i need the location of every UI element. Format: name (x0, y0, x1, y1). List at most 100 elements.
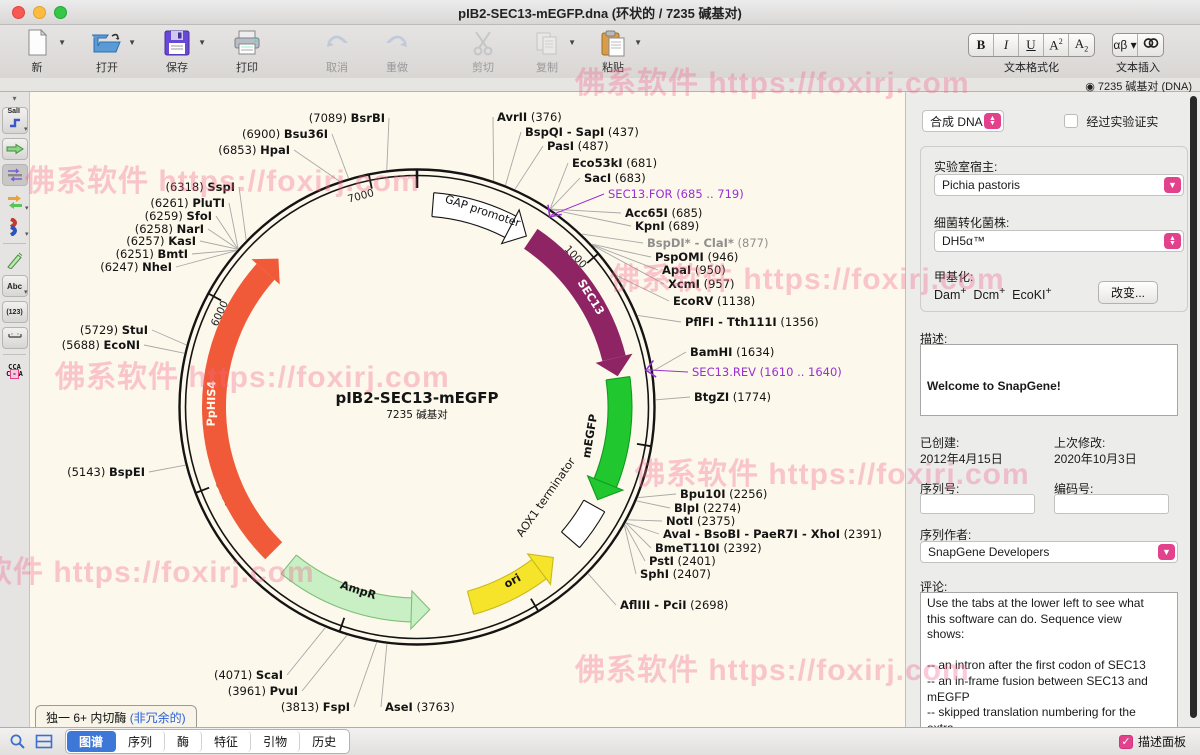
dna-type-select[interactable]: 合成 DNA▲▼ (922, 110, 1004, 132)
tab-history[interactable]: 历史 (300, 731, 348, 752)
enzyme-label[interactable]: EcoRV (1138) (673, 294, 755, 308)
primer-label[interactable]: SEC13.REV (1610 .. 1640) (692, 365, 842, 379)
underline-button[interactable]: U (1019, 34, 1044, 56)
dropdown-caret-icon[interactable]: ▼ (198, 38, 206, 47)
primers-display-tool[interactable] (2, 164, 28, 186)
enzyme-label[interactable]: BlpI (2274) (674, 501, 741, 515)
serial-input[interactable] (920, 494, 1035, 514)
paste-button[interactable]: 粘贴▼ (582, 28, 644, 75)
enzyme-label[interactable]: AseI (3763) (385, 700, 455, 714)
subscript-button[interactable]: A2 (1069, 34, 1094, 56)
tab-features[interactable]: 特征 (202, 731, 251, 752)
superscript-button[interactable]: A2 (1044, 34, 1069, 56)
enzyme-label[interactable]: AvrII (376) (497, 110, 562, 124)
feature-label[interactable]: PpHIS4 (205, 381, 219, 427)
dropdown-caret-icon[interactable]: ▼ (634, 38, 642, 47)
sequence-edit-tool[interactable]: CCA C-A (2, 360, 28, 382)
enzyme-label[interactable]: PasI (487) (547, 139, 609, 153)
insert-link-button[interactable] (1138, 34, 1163, 56)
enzyme-label[interactable]: (6259) SfoI (145, 209, 212, 223)
panel-scrollbar[interactable] (1190, 96, 1197, 718)
enzyme-label[interactable]: (5143) BspEI (67, 465, 145, 479)
enzyme-label[interactable]: SphI (2407) (640, 567, 711, 581)
enzyme-label[interactable]: BspDI* - ClaI* (877) (647, 236, 769, 250)
close-window-button[interactable] (12, 6, 25, 19)
code-input[interactable] (1054, 494, 1169, 514)
selection-bracket-tool[interactable] (2, 327, 28, 349)
enzyme-label[interactable]: (7089) BsrBI (309, 111, 385, 125)
tab-map[interactable]: 图谱 (67, 731, 116, 752)
features-display-tool[interactable] (2, 138, 28, 160)
host-select[interactable]: Pichia pastoris▼ (934, 174, 1184, 196)
save-button[interactable]: 保存▼ (146, 28, 208, 75)
enzyme-label[interactable]: PstI (2401) (649, 554, 716, 568)
enzyme-label[interactable]: (6853) HpaI (218, 143, 290, 157)
enzyme-label[interactable]: BamHI (1634) (690, 345, 774, 359)
enzyme-label[interactable]: Bpu10I (2256) (680, 487, 767, 501)
enzyme-label[interactable]: AvaI - BsoBI - PaeR7I - XhoI (2391) (663, 527, 882, 541)
enzyme-label[interactable]: Eco53kI (681) (572, 156, 657, 170)
orf-display-tool[interactable]: ▾ (2, 190, 28, 212)
enzyme-label[interactable]: (5688) EcoNI (62, 338, 140, 352)
tab-sequence[interactable]: 序列 (116, 731, 165, 752)
description-panel-checkbox[interactable]: ✓ (1119, 735, 1133, 749)
dropdown-caret-icon[interactable]: ▼ (58, 38, 66, 47)
enzyme-filter-link[interactable]: (非冗余的) (130, 711, 186, 725)
enzyme-label[interactable]: SacI (683) (584, 171, 646, 185)
enzyme-label[interactable]: Acc65I (685) (625, 206, 702, 220)
enzyme-label[interactable]: (6261) PluTI (150, 196, 225, 210)
tab-enzymes[interactable]: 酶 (165, 731, 202, 752)
enzyme-label[interactable]: (6257) KasI (126, 234, 196, 248)
add-feature-tool[interactable] (2, 249, 28, 271)
plasmid-map[interactable]: 1000200030004000500060007000GAP promoter… (30, 92, 905, 727)
dropdown-caret-icon[interactable]: ▼ (128, 38, 136, 47)
dropdown-caret-icon[interactable]: ▼ (568, 38, 576, 47)
plasmid-map-canvas[interactable]: 1000200030004000500060007000GAP promoter… (30, 92, 905, 727)
enzyme-label[interactable]: ApaI (950) (662, 263, 726, 277)
translation-display-tool[interactable]: ▾ (2, 216, 28, 238)
enzyme-display-tool[interactable]: SalI ▾ (2, 107, 28, 134)
feature-label[interactable]: mEGFP (580, 413, 600, 459)
split-view-icon[interactable] (35, 734, 53, 749)
enzyme-label[interactable]: PspOMI (946) (655, 250, 738, 264)
enzyme-label[interactable]: PflFI - Tth111I (1356) (685, 315, 819, 329)
enzyme-label[interactable]: (6318) SspI (165, 180, 235, 194)
minimize-window-button[interactable] (33, 6, 46, 19)
italic-button[interactable]: I (994, 34, 1019, 56)
enzyme-label[interactable]: AflIII - PciI (2698) (620, 598, 728, 612)
author-select[interactable]: SnapGene Developers▼ (920, 541, 1178, 563)
enzyme-filter-tab[interactable]: 独一 6+ 内切酶 (非冗余的) (35, 705, 197, 727)
sidebar-collapse-caret[interactable]: ▾ (0, 94, 29, 103)
new-button[interactable]: 新▼ (6, 28, 68, 75)
enzyme-label[interactable]: (4071) ScaI (214, 668, 283, 682)
primer-label[interactable]: SEC13.FOR (685 .. 719) (608, 187, 744, 201)
enzyme-label[interactable]: (6900) Bsu36I (242, 127, 328, 141)
enzyme-label[interactable]: (6247) NheI (100, 260, 172, 274)
change-methylation-button[interactable]: 改变... (1098, 281, 1158, 304)
enzyme-label[interactable]: (5729) StuI (80, 323, 148, 337)
strain-select[interactable]: DH5α™▲▼ (934, 230, 1184, 252)
enzyme-label[interactable]: BtgZI (1774) (694, 390, 771, 404)
comments-textarea[interactable]: Use the tabs at the lower left to see wh… (920, 592, 1178, 728)
open-button[interactable]: 打开▼ (76, 28, 138, 75)
enzyme-label[interactable]: XcmI (957) (668, 277, 735, 291)
description-textarea[interactable]: Welcome to SnapGene! This sample file is… (920, 344, 1178, 416)
enzyme-label[interactable]: BspQI - SapI (437) (525, 125, 639, 139)
enzyme-label[interactable]: (3961) PvuI (228, 684, 298, 698)
feature-aox1-terminator[interactable] (561, 500, 604, 548)
enzyme-label[interactable]: KpnI (689) (635, 219, 699, 233)
numbering-tool[interactable]: (123) (2, 301, 28, 323)
enzyme-label[interactable]: BmeT110I (2392) (655, 541, 762, 555)
tab-primers[interactable]: 引物 (251, 731, 300, 752)
print-button[interactable]: 打印 (216, 28, 278, 75)
enzyme-label[interactable]: (6251) BmtI (116, 247, 188, 261)
bold-button[interactable]: B (969, 34, 994, 56)
text-annotation-tool[interactable]: Abc ▾ (2, 275, 28, 297)
verified-checkbox[interactable] (1064, 114, 1078, 128)
insert-symbol-button[interactable]: αβ ▾ (1113, 34, 1138, 56)
enzyme-label[interactable]: NotI (2375) (666, 514, 735, 528)
description-panel-toggle[interactable]: ✓ 描述面板 (1119, 733, 1186, 750)
zoom-window-button[interactable] (54, 6, 67, 19)
enzyme-label[interactable]: (3813) FspI (281, 700, 350, 714)
verified-checkbox-row[interactable]: 经过实验证实 (1064, 113, 1158, 130)
